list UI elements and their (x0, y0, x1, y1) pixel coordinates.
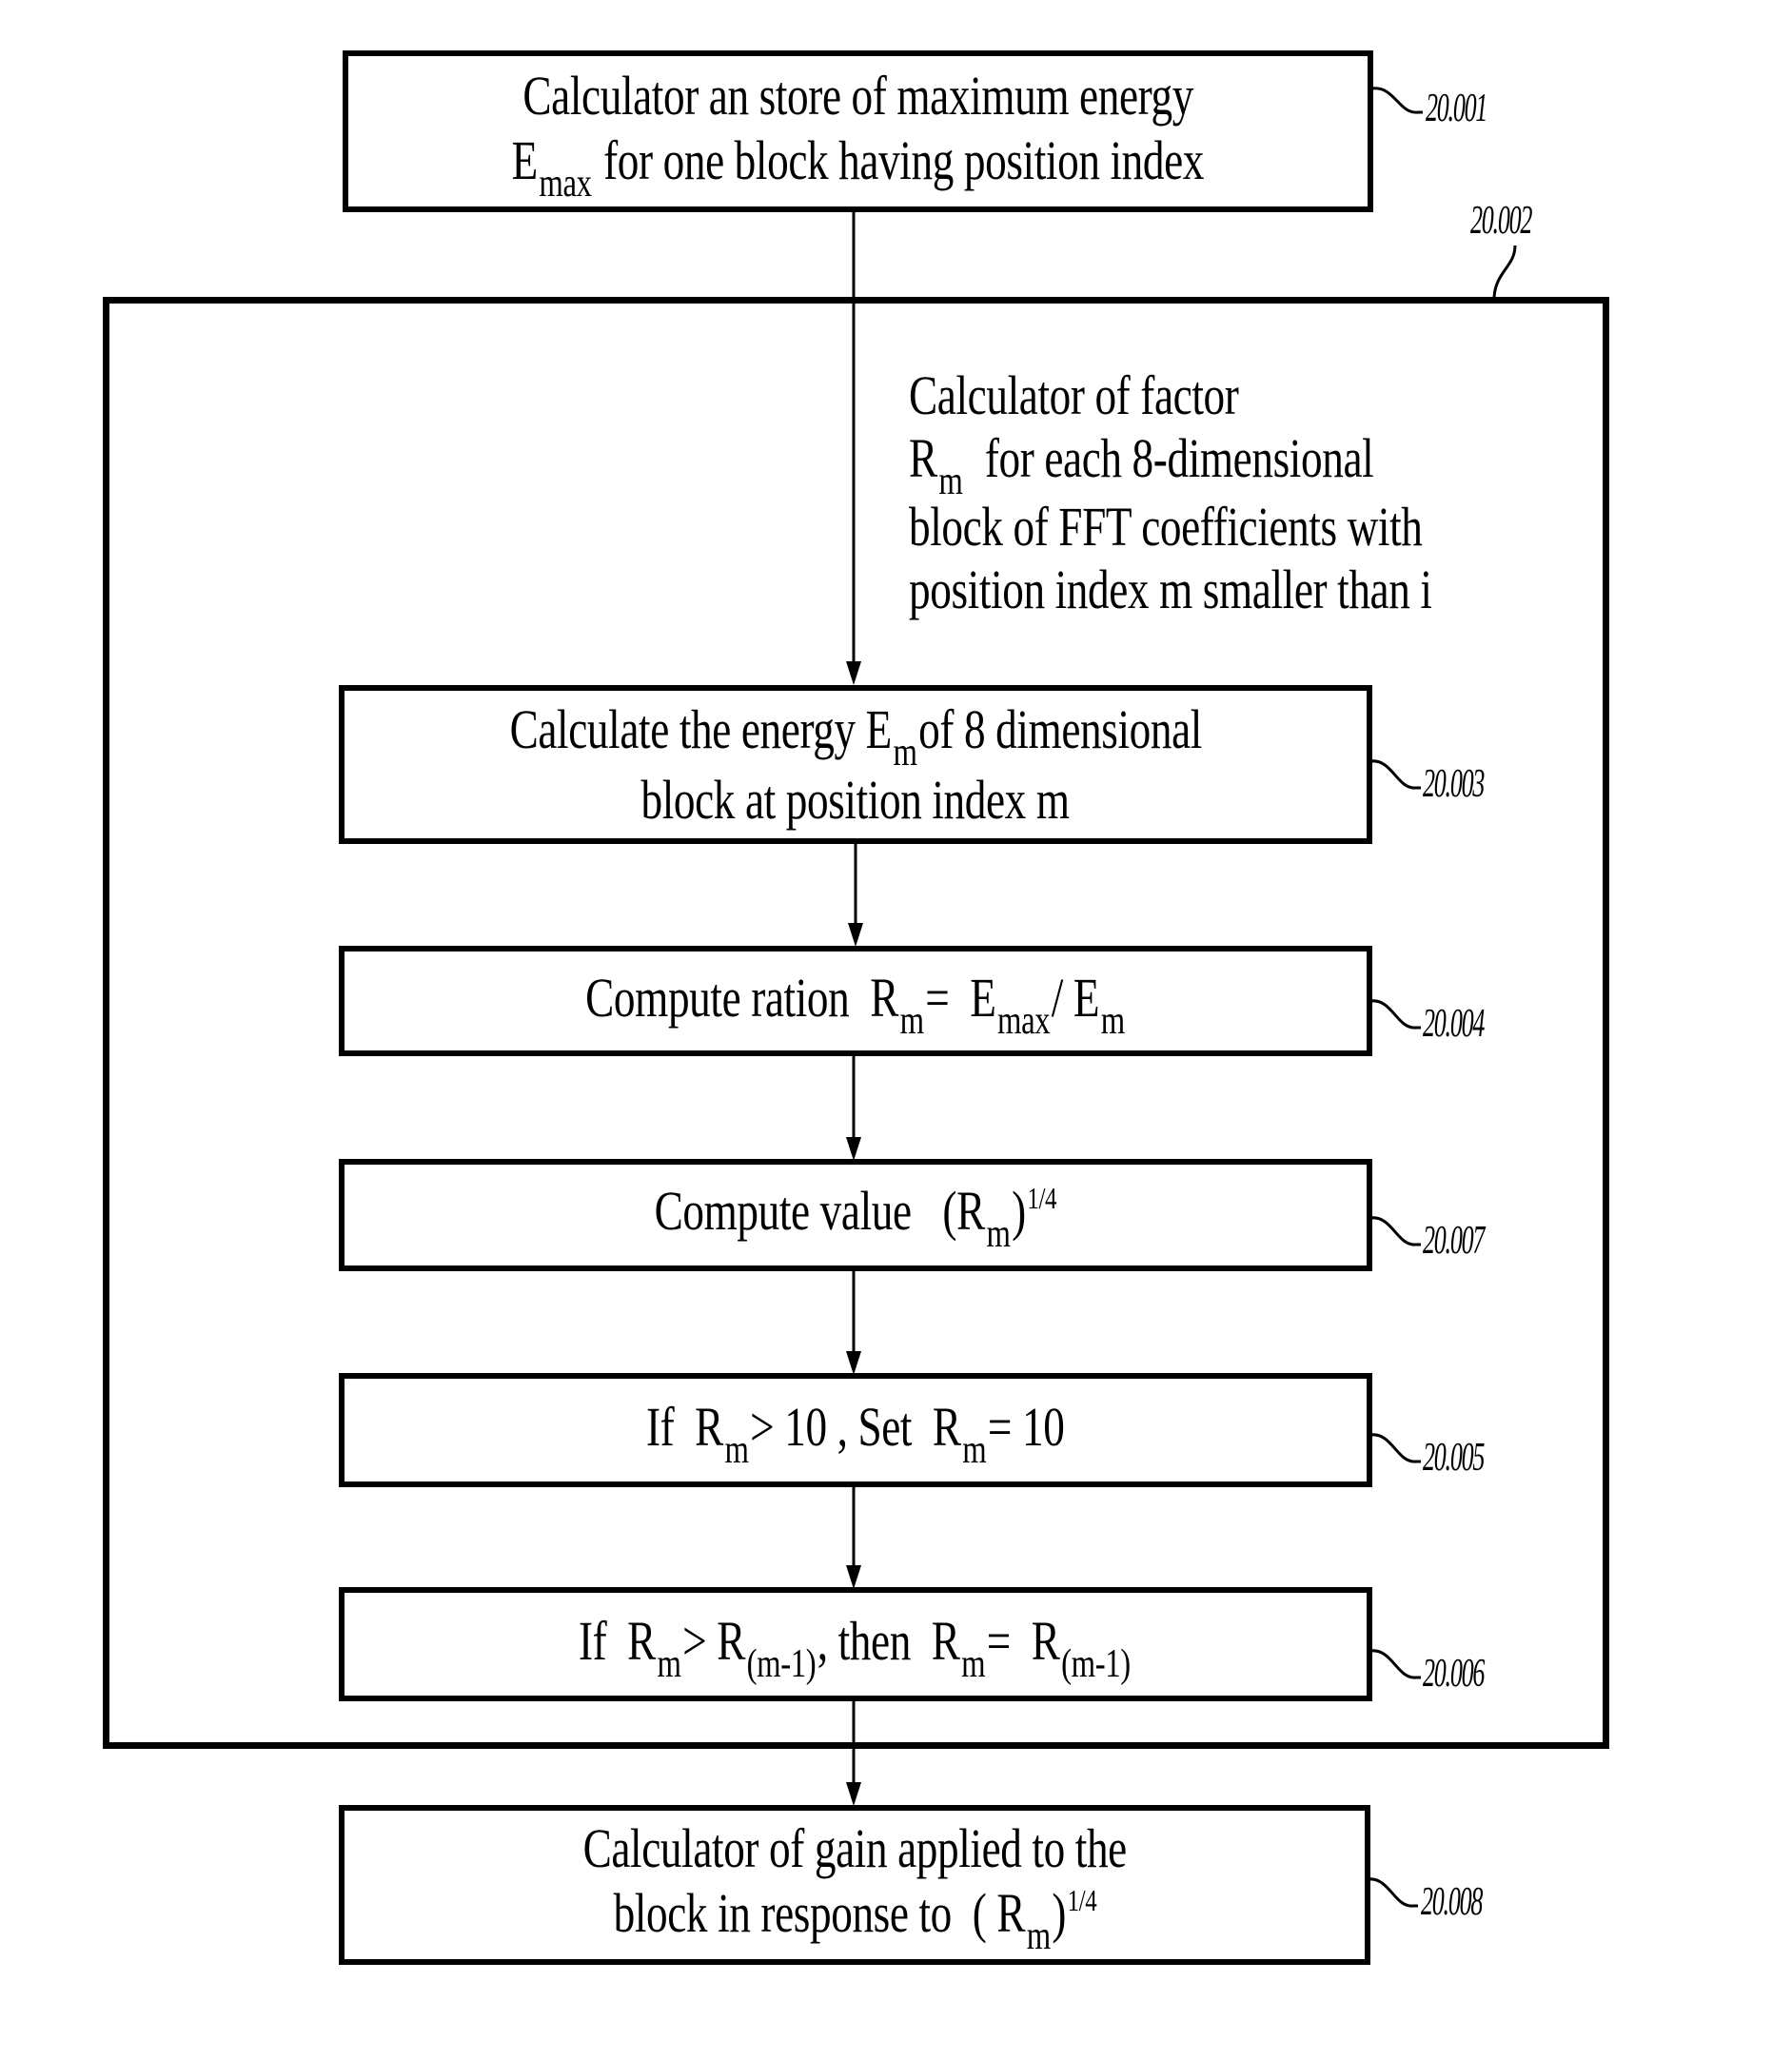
subscript: m (899, 999, 924, 1043)
leader-20.003 (1369, 759, 1421, 790)
text-segment: Calculator of factor (909, 364, 1239, 426)
text-line: Calculator an store of maximum energy (522, 64, 1193, 128)
text-segment: = R (987, 1610, 1060, 1672)
text-line: Compute value (Rm)1/4 (654, 1179, 1057, 1256)
step-box-20.006: If Rm> R(m-1), then Rm= R(m-1) (339, 1587, 1372, 1701)
text-segment: > 10 , Set R (750, 1396, 962, 1458)
text-segment: = E (924, 967, 996, 1029)
text-line: Emax for one block having position index (511, 128, 1205, 206)
text-segment: Calculator of gain applied to the (582, 1817, 1127, 1879)
subscript: max (539, 162, 593, 206)
text-segment: > R (682, 1610, 746, 1672)
text-segment: ) (1012, 1180, 1026, 1242)
leader-20.006 (1369, 1649, 1421, 1679)
leader-20.004 (1369, 999, 1421, 1030)
step-box-20.008: Calculator of gain applied to the block i… (339, 1805, 1370, 1965)
text-segment: / E (1051, 967, 1100, 1029)
text-segment: for each 8-dimensional (964, 427, 1374, 489)
text-line: Compute ration Rm= Emax/ Em (584, 966, 1126, 1043)
leader-20.008 (1367, 1877, 1418, 1908)
step-box-20.007: Compute value (Rm)1/4 (339, 1159, 1372, 1271)
text-line: block at position index m (640, 768, 1071, 833)
arrowhead-1 (846, 661, 861, 685)
text-segment: E (511, 129, 539, 191)
step-box-20.001: Calculator an store of maximum energy Ema… (343, 50, 1373, 212)
text-segment: Compute value (R (654, 1180, 986, 1242)
arrowhead-3 (846, 1137, 861, 1161)
ref-label-20.004: 20.004 (1423, 1002, 1485, 1046)
leader-20.007 (1369, 1216, 1421, 1246)
ref-label-20.008: 20.008 (1421, 1880, 1483, 1924)
arrowhead-5 (846, 1565, 861, 1589)
text-segment: If R (579, 1610, 657, 1672)
leader-20.001 (1371, 87, 1423, 114)
step-box-20.003: Calculate the energy Emof 8 dimensional b… (339, 685, 1372, 844)
leader-20.002 (1492, 245, 1517, 298)
text-segment: of 8 dimensional (917, 697, 1202, 760)
ref-label-20.005: 20.005 (1423, 1436, 1485, 1480)
text-segment: Calculator an store of maximum energy (522, 65, 1193, 127)
text-line: block in response to ( Rm)1/4 (613, 1881, 1096, 1958)
text-segment: block of FFT coefficients with (909, 496, 1423, 558)
subscript: m (724, 1428, 749, 1472)
subscript: m (961, 1642, 986, 1686)
text-line: block of FFT coefficients with (909, 496, 1432, 559)
text-line: position index m smaller than i (909, 559, 1432, 621)
text-segment: R (909, 427, 937, 489)
text-segment: position index m smaller than i (909, 559, 1432, 620)
ref-label-20.003: 20.003 (1423, 762, 1485, 806)
text-segment: Calculate the energy E (509, 697, 892, 760)
superscript: 1/4 (1027, 1181, 1057, 1215)
text-line: Rm for each 8-dimensional (909, 427, 1432, 503)
leader-20.005 (1369, 1433, 1421, 1463)
text-segment: Compute ration R (584, 967, 898, 1029)
ref-label-20.007: 20.007 (1423, 1219, 1485, 1263)
arrowhead-4 (846, 1351, 861, 1375)
subscript: (m-1) (746, 1642, 817, 1686)
text-segment: ) (1051, 1882, 1066, 1944)
ref-label-20.002: 20.002 (1470, 199, 1532, 243)
text-line: Calculator of gain applied to the (582, 1816, 1127, 1881)
step-box-20.005: If Rm> 10 , Set Rm= 10 (339, 1373, 1372, 1487)
text-line: If Rm> 10 , Set Rm= 10 (646, 1395, 1065, 1472)
text-segment: block in response to ( R (613, 1882, 1025, 1944)
text-line: Calculate the energy Emof 8 dimensional (509, 697, 1202, 775)
subscript: m (1100, 999, 1125, 1043)
subscript: (m-1) (1061, 1642, 1132, 1686)
step-box-20.004: Compute ration Rm= Emax/ Em (339, 946, 1372, 1056)
arrowhead-6 (846, 1782, 861, 1806)
subscript: max (996, 999, 1051, 1043)
subscript: m (1026, 1914, 1051, 1958)
group-label-20.002: Calculator of factor Rm for each 8-dimens… (909, 364, 1580, 621)
subscript: m (657, 1642, 681, 1686)
arrowhead-2 (848, 923, 863, 947)
ref-label-20.001: 20.001 (1426, 87, 1487, 130)
ref-label-20.006: 20.006 (1423, 1652, 1485, 1696)
subscript: m (986, 1212, 1011, 1256)
text-segment: block at position index m (640, 768, 1071, 831)
text-line: Calculator of factor (909, 364, 1432, 427)
text-segment: If R (646, 1396, 724, 1458)
text-line: If Rm> R(m-1), then Rm= R(m-1) (579, 1609, 1132, 1686)
text-segment: = 10 (988, 1396, 1065, 1458)
subscript: m (962, 1428, 987, 1472)
superscript: 1/4 (1067, 1883, 1096, 1917)
text-segment: , then R (817, 1610, 960, 1672)
text-segment: for one block having position index (593, 129, 1205, 191)
